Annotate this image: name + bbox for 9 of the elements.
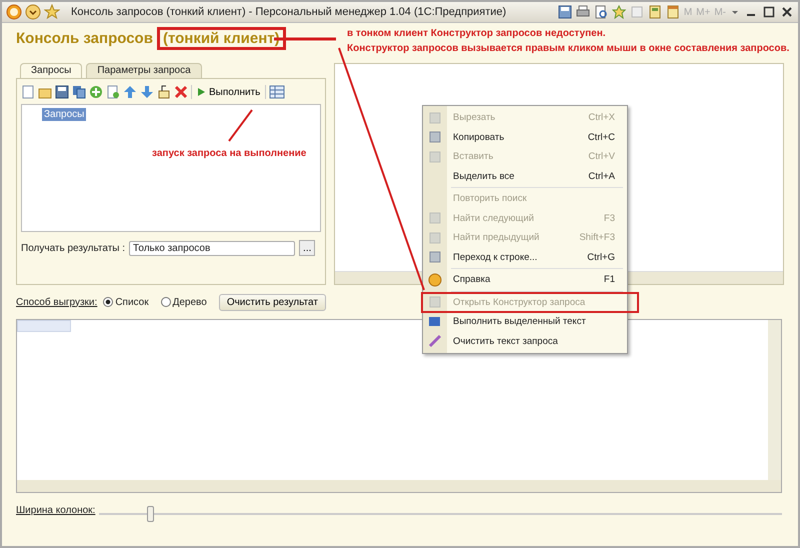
slider-label: Ширина колонок: xyxy=(16,504,96,516)
option-label: Способ выгрузки: xyxy=(16,296,98,308)
highlighted-title-part: (тонкий клиент) xyxy=(156,26,286,50)
annotation-text: в тонком клиент Конструктор запросов недоступен. xyxy=(347,28,606,39)
annotation-text: Конструктор запросов вызывается правым кликом мыши в окне составления запросов. xyxy=(347,43,790,54)
annotation-text: запуск запроса на выполнение xyxy=(152,148,306,159)
window-title: Консоль запросов (тонкий клиент) - Персональный менеджер 1.04 (1С:Предприятие) xyxy=(71,6,506,18)
form-title: Консоль запросов xyxy=(16,30,153,46)
field-label: Получать результаты : xyxy=(21,242,126,254)
